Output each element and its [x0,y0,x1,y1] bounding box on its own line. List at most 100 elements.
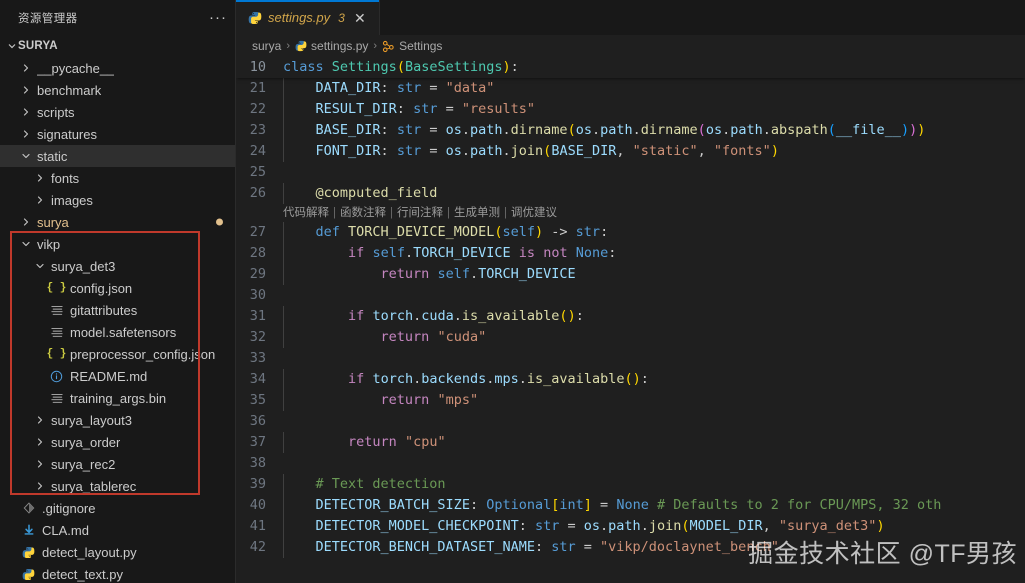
line-number: 21 [236,78,283,99]
git-icon [20,497,37,519]
tree-item-__pycache__[interactable]: __pycache__ [0,57,235,79]
code-body[interactable]: 21 DATA_DIR: str = "data"22 RESULT_DIR: … [236,78,1025,558]
code-line-24[interactable]: 24 FONT_DIR: str = os.path.join(BASE_DIR… [236,141,1025,162]
breadcrumb-item-settings-py[interactable]: settings.py [295,39,368,53]
code-line-33[interactable]: 33 [236,348,1025,369]
tree-item-.gitignore[interactable]: .gitignore [0,497,235,519]
chevron-right-icon[interactable] [20,57,32,79]
code-line-content: if torch.backends.mps.is_available(): [283,369,1025,390]
code-line-39[interactable]: 39 # Text detection [236,474,1025,495]
chevron-right-icon[interactable] [34,167,46,189]
tree-item-label: vikp [37,237,60,252]
code-line-29[interactable]: 29 return self.TORCH_DEVICE [236,264,1025,285]
chevron-right-icon[interactable] [20,211,32,233]
class-icon [382,40,395,53]
tree-item-readme.md[interactable]: README.md [0,365,235,387]
chevron-right-icon[interactable] [20,101,32,123]
chevron-right-icon[interactable] [34,409,46,431]
tree-item-static[interactable]: static [0,145,235,167]
explorer-more-actions-icon[interactable]: ··· [207,7,229,29]
code-line-32[interactable]: 32 return "cuda" [236,327,1025,348]
tree-root-surya[interactable]: SURYA [0,35,235,57]
code-editor[interactable]: 10 class Settings(BaseSettings): 21 DATA… [236,57,1025,583]
code-line-21[interactable]: 21 DATA_DIR: str = "data" [236,78,1025,99]
tree-item-gitattributes[interactable]: gitattributes [0,299,235,321]
tree-item-vikp[interactable]: vikp [0,233,235,255]
indent-guides [283,78,1025,99]
code-line-content: return "mps" [283,390,1025,411]
code-line-content: return "cpu" [283,432,1025,453]
tree-item-surya_order[interactable]: surya_order [0,431,235,453]
code-line-41[interactable]: 41 DETECTOR_MODEL_CHECKPOINT: str = os.p… [236,516,1025,537]
line-number: 27 [236,222,283,243]
tree-item-surya[interactable]: surya [0,211,235,233]
tree-item-images[interactable]: images [0,189,235,211]
breadcrumb-label: surya [252,39,281,53]
chevron-right-icon[interactable] [34,453,46,475]
chevron-down-icon[interactable] [20,145,32,167]
code-line-42[interactable]: 42 DETECTOR_BENCH_DATASET_NAME: str = "v… [236,537,1025,558]
tree-item-training_args.bin[interactable]: training_args.bin [0,387,235,409]
chevron-right-icon[interactable] [20,123,32,145]
code-line-38[interactable]: 38 [236,453,1025,474]
tree-item-preprocessor_config.json[interactable]: { }preprocessor_config.json [0,343,235,365]
code-line-23[interactable]: 23 BASE_DIR: str = os.path.dirname(os.pa… [236,120,1025,141]
code-line-37[interactable]: 37 return "cpu" [236,432,1025,453]
tree-item-surya_tablerec[interactable]: surya_tablerec [0,475,235,497]
chevron-down-icon[interactable] [20,233,32,255]
code-line-31[interactable]: 31 if torch.cuda.is_available(): [236,306,1025,327]
tree-item-fonts[interactable]: fonts [0,167,235,189]
tree-item-benchmark[interactable]: benchmark [0,79,235,101]
codelens-action-5[interactable]: 调优建议 [511,203,557,224]
code-line-content: DETECTOR_BENCH_DATASET_NAME: str = "vikp… [283,537,1025,558]
explorer-header: 资源管理器 ··· [0,0,235,35]
tree-root-label: SURYA [18,40,58,52]
codelens-action-1[interactable]: 代码解释 [283,203,329,224]
tab-settings-py[interactable]: settings.py 3 ✕ [236,0,380,35]
line-number: 35 [236,390,283,411]
code-line-34[interactable]: 34 if torch.backends.mps.is_available(): [236,369,1025,390]
tree-item-config.json[interactable]: { }config.json [0,277,235,299]
breadcrumb-item-surya[interactable]: surya [252,39,281,53]
line-number: 31 [236,306,283,327]
chevron-right-icon[interactable] [20,79,32,101]
tree-item-signatures[interactable]: signatures [0,123,235,145]
code-line-40[interactable]: 40 DETECTOR_BATCH_SIZE: Optional[int] = … [236,495,1025,516]
code-line-35[interactable]: 35 return "mps" [236,390,1025,411]
tree-item-label: fonts [51,171,79,186]
code-line-25[interactable]: 25 [236,162,1025,183]
chevron-right-icon[interactable] [34,431,46,453]
tree-item-detect_text.py[interactable]: detect_text.py [0,563,235,583]
chevron-right-icon[interactable] [34,189,46,211]
tree-item-label: .gitignore [42,501,95,516]
tree-item-model.safetensors[interactable]: model.safetensors [0,321,235,343]
tree-item-surya_layout3[interactable]: surya_layout3 [0,409,235,431]
code-line-28[interactable]: 28 if self.TORCH_DEVICE is not None: [236,243,1025,264]
chevron-right-icon[interactable] [34,475,46,497]
line-number: 24 [236,141,283,162]
tree-item-surya_det3[interactable]: surya_det3 [0,255,235,277]
tree-item-cla.md[interactable]: CLA.md [0,519,235,541]
breadcrumb-item-settings-class[interactable]: Settings [382,39,442,53]
codelens-action-3[interactable]: 行间注释 [397,203,443,224]
code-line-content: DATA_DIR: str = "data" [283,78,1025,99]
codelens-bar[interactable]: 代码解释|函数注释|行间注释|生成单测|调优建议 [236,204,1025,222]
tree-item-surya_rec2[interactable]: surya_rec2 [0,453,235,475]
code-line-36[interactable]: 36 [236,411,1025,432]
code-line-30[interactable]: 30 [236,285,1025,306]
code-line-22[interactable]: 22 RESULT_DIR: str = "results" [236,99,1025,120]
tree-item-label: preprocessor_config.json [70,347,215,362]
tree-item-detect_layout.py[interactable]: detect_layout.py [0,541,235,563]
close-icon[interactable]: ✕ [351,11,369,25]
file-tree[interactable]: SURYA __pycache__benchmarkscriptssignatu… [0,35,235,583]
code-line-27[interactable]: 27 def TORCH_DEVICE_MODEL(self) -> str: [236,222,1025,243]
chevron-down-icon[interactable] [34,255,46,277]
code-line-content: return self.TORCH_DEVICE [283,264,1025,285]
tree-item-scripts[interactable]: scripts [0,101,235,123]
codelens-action-4[interactable]: 生成单测 [454,203,500,224]
code-line-26[interactable]: 26 @computed_field [236,183,1025,204]
codelens-action-2[interactable]: 函数注释 [340,203,386,224]
line-number: 42 [236,537,283,558]
code-line-content: def TORCH_DEVICE_MODEL(self) -> str: [283,222,1025,243]
sticky-scroll-line[interactable]: 10 class Settings(BaseSettings): [236,57,1025,78]
